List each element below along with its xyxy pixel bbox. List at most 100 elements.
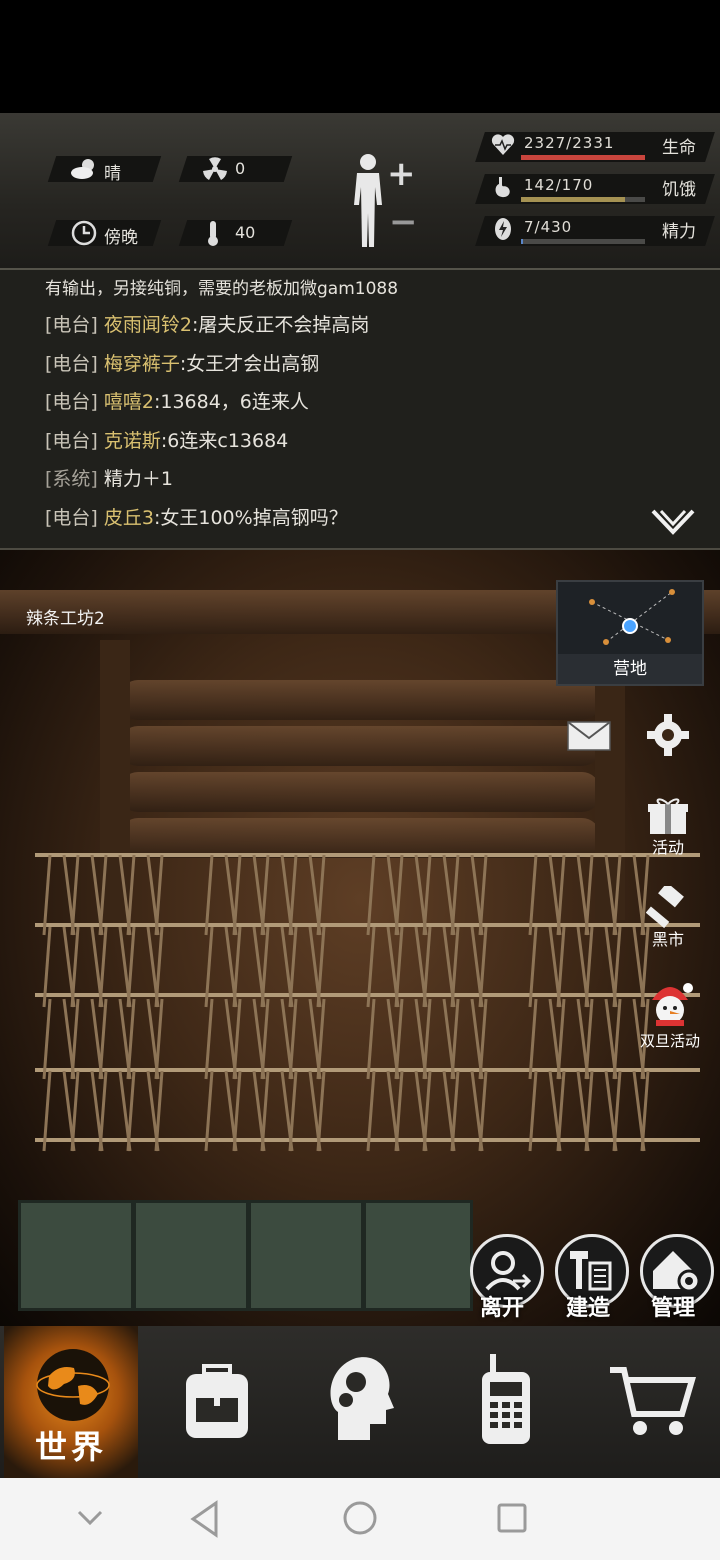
wall-log: [120, 726, 600, 766]
bottom-nav: 世界: [0, 1326, 720, 1478]
gift-icon: [648, 798, 688, 834]
chat-sender-name[interactable]: 克诺斯: [104, 430, 161, 452]
cart-icon: [610, 1367, 696, 1435]
minimap[interactable]: 营地: [556, 580, 704, 686]
activity-button[interactable]: 活动: [642, 796, 694, 858]
weather-chip: 晴: [47, 156, 162, 184]
hunger-stat: 142/170 饥饿: [475, 172, 715, 206]
chat-sender-name[interactable]: 梅穿裤子: [104, 353, 180, 375]
head-gears-icon: [330, 1357, 394, 1440]
chevron-down-icon[interactable]: [76, 1506, 104, 1530]
holiday-event-label: 双旦活动: [639, 1032, 700, 1050]
system-nav-bar: [0, 1478, 720, 1560]
body-status-icon[interactable]: [348, 153, 388, 249]
energy-icon: [495, 218, 511, 240]
temperature-chip: 40: [178, 220, 293, 246]
chat-channel-tag: [电台]: [45, 391, 104, 413]
backpack-icon: [186, 1364, 248, 1438]
map-label: 营地: [558, 654, 702, 684]
chat-message-text: :13684，6连来人: [153, 391, 309, 413]
crate: [18, 1200, 134, 1311]
clock-icon: [71, 220, 97, 246]
body-minus-icon[interactable]: −: [389, 205, 418, 239]
build-label: 建造: [566, 1296, 611, 1321]
snowman-icon: [652, 983, 693, 1026]
back-icon[interactable]: [188, 1500, 222, 1538]
chat-channel-tag: [系统]: [45, 468, 104, 490]
chat-message: [电台] 克诺斯:6连来c13684: [45, 426, 288, 453]
weather-label: 晴: [104, 164, 121, 184]
hunger-label: 饥饿: [662, 180, 696, 200]
chat-message-text: :女王才会出高钢: [179, 352, 320, 375]
gear-icon[interactable]: [646, 713, 690, 757]
health-label: 生命: [662, 138, 696, 158]
recents-icon[interactable]: [496, 1502, 528, 1534]
gavel-icon: [645, 882, 684, 929]
globe-icon: [36, 1349, 110, 1421]
nav-backpack[interactable]: [144, 1326, 288, 1478]
home-icon[interactable]: [342, 1500, 378, 1536]
chat-message-text: 精力＋1: [103, 468, 173, 490]
energy-stat: 7/430 精力: [475, 214, 715, 248]
energy-bar-fill: [521, 239, 523, 244]
chat-channel-tag: [电台]: [45, 352, 104, 375]
activity-label: 活动: [651, 838, 684, 857]
health-stat: 2327/2331 生命: [475, 130, 715, 164]
drying-racks[interactable]: [20, 830, 710, 1210]
nav-shop[interactable]: [576, 1326, 720, 1478]
time-label: 傍晚: [104, 228, 138, 248]
nav-world-label: 世界: [34, 1428, 107, 1466]
chat-message: [电台] 梅穿裤子:女王才会出高钢: [45, 349, 319, 376]
status-panel: 晴 0 傍晚 40 + − 2327/2331 生命 142/170 饥饿 7/…: [0, 113, 720, 270]
time-chip: 傍晚: [47, 220, 162, 248]
crates: [18, 1200, 473, 1311]
body-plus-icon[interactable]: +: [387, 157, 416, 191]
map-graph-icon: [589, 589, 675, 645]
black-market-button[interactable]: 黑市: [642, 882, 694, 950]
nav-radio[interactable]: [432, 1326, 576, 1478]
chat-sender-name[interactable]: 夜雨闻铃2: [104, 314, 192, 336]
manage-label: 管理: [651, 1296, 696, 1321]
chat-expand-icon[interactable]: [650, 508, 696, 538]
chat-message: [电台] 夜雨闻铃2:屠夫反正不会掉高岗: [45, 310, 369, 337]
holiday-event-button[interactable]: 双旦活动: [636, 980, 704, 1051]
mail-icon[interactable]: [566, 718, 612, 754]
chat-message: [系统] 精力＋1: [45, 464, 173, 491]
thermometer-icon: [208, 221, 218, 246]
chat-message: [电台] 嘻嘻2:13684，6连来人: [45, 387, 309, 414]
crate: [248, 1200, 364, 1311]
chat-message-text: :屠夫反正不会掉高岗: [191, 314, 370, 336]
chat-channel-tag: [电台]: [45, 506, 104, 529]
crate: [133, 1200, 249, 1311]
nav-skills[interactable]: [288, 1326, 432, 1478]
chat-message-text: :女王100%掉高钢吗？: [153, 506, 348, 529]
hunger-value: 142/170: [524, 176, 594, 194]
stomach-icon: [495, 177, 510, 198]
wall-log: [120, 772, 600, 812]
radiation-value: 0: [235, 159, 246, 178]
leave-label: 离开: [480, 1296, 525, 1321]
heart-icon: [491, 134, 515, 155]
chat-message: [电台] 皮丘3:女王100%掉高钢吗？: [45, 503, 348, 530]
radiation-chip: 0: [178, 156, 293, 182]
chat-channel-tag: [电台]: [45, 314, 104, 336]
hunger-bar-fill: [521, 197, 625, 202]
radiation-icon: [203, 157, 227, 180]
energy-value: 7/430: [524, 218, 573, 236]
chat-sender-name[interactable]: 嘻嘻2: [104, 391, 154, 413]
walkie-talkie-icon: [482, 1354, 530, 1444]
energy-label: 精力: [662, 222, 696, 242]
chat-sender-name[interactable]: 皮丘3: [104, 507, 154, 529]
temperature-value: 40: [235, 223, 256, 242]
chat-partial-line: 有输出，另接纯铜，需要的老板加微gam1088: [45, 279, 399, 299]
room-name: 辣条工坊2: [26, 609, 105, 629]
chat-log[interactable]: 有输出，另接纯铜，需要的老板加微gam1088 [电台] 夜雨闻铃2:屠夫反正不…: [0, 270, 720, 550]
crate: [363, 1200, 473, 1311]
nav-world[interactable]: 世界: [4, 1326, 138, 1478]
health-bar-fill: [521, 155, 645, 160]
chat-message-text: :6连来c13684: [160, 429, 289, 452]
cloud-sun-icon: [71, 159, 94, 179]
chat-channel-tag: [电台]: [45, 429, 104, 452]
wall-log: [120, 680, 600, 720]
health-value: 2327/2331: [524, 134, 615, 152]
